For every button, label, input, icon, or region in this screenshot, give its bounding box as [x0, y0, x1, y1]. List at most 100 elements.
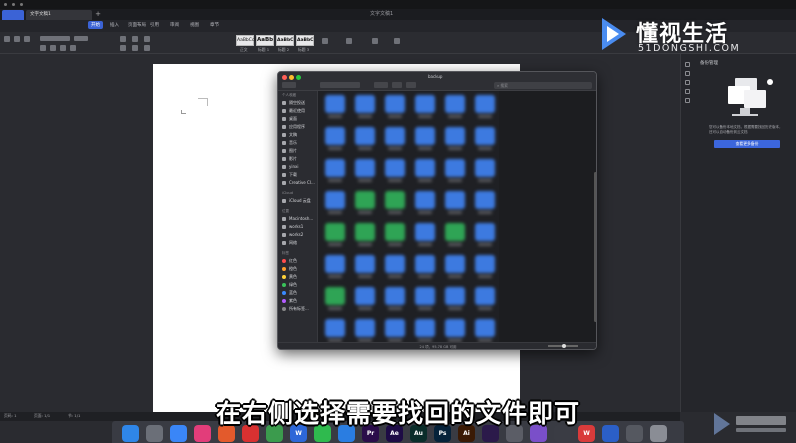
sidebar-item-macintosh-hd[interactable]: Macintosh...	[282, 216, 318, 223]
file-thumbnail[interactable]	[445, 191, 465, 214]
view-switcher[interactable]	[320, 82, 360, 88]
menu-dot-icon[interactable]	[12, 3, 15, 6]
icon-size-slider[interactable]	[548, 344, 578, 348]
style-normal[interactable]: AaBbCcDd	[236, 35, 261, 46]
view-more-backups-button[interactable]: 查看更多备份	[714, 140, 780, 148]
menu-dot-icon[interactable]	[20, 3, 23, 6]
tab-view[interactable]: 视图	[190, 22, 199, 28]
file-thumbnail[interactable]	[355, 191, 375, 214]
file-thumbnail[interactable]	[325, 95, 345, 118]
sidebar-item-creative-cloud[interactable]: Creative Cl...	[282, 180, 318, 187]
file-thumbnail[interactable]	[385, 95, 405, 118]
text-tool-icon[interactable]	[322, 38, 328, 44]
file-thumbnail[interactable]	[355, 287, 375, 310]
file-thumbnail[interactable]	[445, 159, 465, 182]
tab-review[interactable]: 审阅	[170, 22, 179, 28]
panel-properties-icon[interactable]	[685, 80, 690, 85]
cut-icon[interactable]	[14, 36, 20, 42]
file-thumbnail[interactable]	[475, 127, 495, 150]
new-tab-button[interactable]: +	[94, 10, 102, 20]
file-thumbnail[interactable]	[475, 223, 495, 246]
zoom-icon[interactable]	[296, 75, 301, 80]
file-thumbnail[interactable]	[445, 319, 465, 342]
file-thumbnail[interactable]	[475, 255, 495, 278]
file-thumbnail[interactable]	[445, 127, 465, 150]
style-heading-2[interactable]: AaBbC	[276, 35, 294, 46]
file-thumbnail[interactable]	[475, 191, 495, 214]
file-thumbnail[interactable]	[385, 191, 405, 214]
sidebar-item-music[interactable]: 音乐	[282, 140, 318, 147]
file-thumbnail[interactable]	[415, 191, 435, 214]
tab-home[interactable]: 开始	[88, 21, 103, 29]
file-thumbnail[interactable]	[355, 127, 375, 150]
file-thumbnail[interactable]	[445, 287, 465, 310]
sidebar-item-movies[interactable]: 影片	[282, 156, 318, 163]
file-thumbnail[interactable]	[385, 223, 405, 246]
share-icon[interactable]	[392, 82, 402, 88]
file-thumbnail[interactable]	[325, 127, 345, 150]
style-heading-3[interactable]: AaBbC	[296, 35, 314, 46]
file-thumbnail[interactable]	[325, 287, 345, 310]
file-thumbnail[interactable]	[325, 223, 345, 246]
file-thumbnail[interactable]	[475, 287, 495, 310]
tag-icon[interactable]	[406, 82, 416, 88]
file-thumbnail[interactable]	[355, 255, 375, 278]
font-color-icon[interactable]	[70, 45, 76, 51]
file-thumbnail[interactable]	[415, 159, 435, 182]
panel-style-icon[interactable]	[685, 62, 690, 67]
file-thumbnail[interactable]	[415, 287, 435, 310]
close-icon[interactable]	[282, 75, 287, 80]
align-left-icon[interactable]	[120, 45, 126, 51]
align-center-icon[interactable]	[132, 45, 138, 51]
sidebar-tag-orange[interactable]: 橙色	[282, 266, 318, 273]
sidebar-item-works1[interactable]: works1	[282, 224, 318, 231]
sidebar-item-home[interactable]: yinxi	[282, 164, 318, 171]
indent-icon[interactable]	[144, 36, 150, 42]
apple-icon[interactable]	[4, 3, 7, 6]
text-tools-icon[interactable]	[346, 38, 352, 44]
font-size-select[interactable]	[74, 36, 88, 41]
panel-backup-icon[interactable]	[685, 89, 690, 94]
italic-icon[interactable]	[50, 45, 56, 51]
sidebar-tag-purple[interactable]: 紫色	[282, 298, 318, 305]
sidebar-item-recents[interactable]: 最近使用	[282, 108, 318, 115]
file-thumbnail[interactable]	[385, 127, 405, 150]
sidebar-item-applications[interactable]: 应用程序	[282, 124, 318, 131]
sidebar-item-works2[interactable]: works2	[282, 232, 318, 239]
panel-settings-icon[interactable]	[685, 98, 690, 103]
numbered-list-icon[interactable]	[132, 36, 138, 42]
file-thumbnail[interactable]	[475, 319, 495, 342]
sidebar-item-airdrop[interactable]: 隔空投送	[282, 100, 318, 107]
underline-icon[interactable]	[60, 45, 66, 51]
minimize-icon[interactable]	[289, 75, 294, 80]
tab-references[interactable]: 引用	[150, 22, 159, 28]
file-thumbnail[interactable]	[415, 127, 435, 150]
finder-file-grid[interactable]	[319, 91, 499, 342]
list-icon[interactable]	[120, 36, 126, 42]
sidebar-tag-yellow[interactable]: 黄色	[282, 274, 318, 281]
sidebar-item-desktop[interactable]: 桌面	[282, 116, 318, 123]
file-thumbnail[interactable]	[415, 223, 435, 246]
file-thumbnail[interactable]	[355, 223, 375, 246]
file-thumbnail[interactable]	[325, 255, 345, 278]
file-thumbnail[interactable]	[475, 95, 495, 118]
file-thumbnail[interactable]	[325, 159, 345, 182]
sidebar-item-network[interactable]: 网络	[282, 240, 318, 247]
finder-scrollbar[interactable]	[594, 172, 596, 322]
find-replace-icon[interactable]	[372, 38, 378, 44]
file-thumbnail[interactable]	[385, 159, 405, 182]
copy-icon[interactable]	[24, 36, 30, 42]
file-thumbnail[interactable]	[385, 255, 405, 278]
panel-select-icon[interactable]	[685, 71, 690, 76]
finder-window[interactable]: backup ⌕ 搜索 个人收藏 隔空投送 最近使用 桌面 应用程序 文稿 音乐…	[277, 71, 597, 350]
style-heading-1[interactable]: AaBb	[256, 35, 274, 46]
file-thumbnail[interactable]	[445, 255, 465, 278]
file-thumbnail[interactable]	[355, 95, 375, 118]
sidebar-tag-all[interactable]: 所有标签...	[282, 306, 318, 313]
sidebar-item-pictures[interactable]: 图片	[282, 148, 318, 155]
home-tab[interactable]	[2, 10, 24, 20]
finder-search-input[interactable]: ⌕ 搜索	[494, 82, 592, 89]
file-thumbnail[interactable]	[325, 319, 345, 342]
font-select[interactable]	[40, 36, 70, 41]
align-right-icon[interactable]	[144, 45, 150, 51]
